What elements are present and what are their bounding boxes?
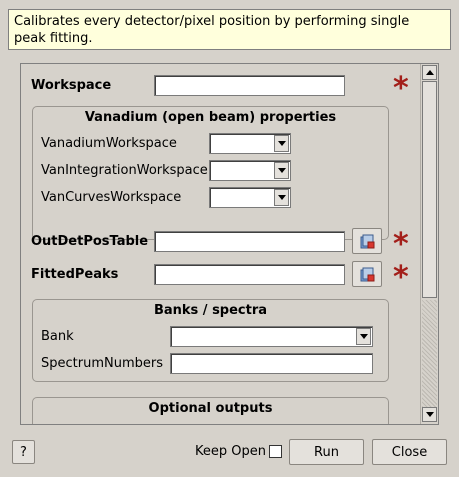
vanadium-group-title: Vanadium (open beam) properties bbox=[84, 110, 337, 125]
scrollbar-track[interactable] bbox=[422, 300, 437, 407]
fitted-peaks-input[interactable] bbox=[154, 264, 345, 285]
keep-open-label: Keep Open bbox=[195, 444, 266, 459]
fitted-peaks-browse-button[interactable] bbox=[352, 261, 382, 287]
close-button[interactable]: Close bbox=[372, 439, 447, 465]
workspace-mandatory-star-icon: * bbox=[393, 71, 409, 106]
bank-label: Bank bbox=[41, 329, 74, 344]
browse-file-icon bbox=[360, 267, 375, 282]
chevron-down-icon[interactable] bbox=[274, 162, 289, 179]
keep-open-checkbox[interactable] bbox=[269, 445, 282, 458]
vanadium-properties-group: Vanadium (open beam) properties Vanadium… bbox=[32, 106, 389, 240]
out-det-pos-table-label: OutDetPosTable bbox=[31, 234, 149, 249]
optional-outputs-group: Optional outputs bbox=[32, 397, 389, 424]
van-integration-workspace-combo[interactable] bbox=[209, 160, 291, 181]
fitted-peaks-mandatory-star-icon: * bbox=[393, 260, 409, 295]
van-curves-workspace-combo[interactable] bbox=[209, 187, 291, 208]
algorithm-description: Calibrates every detector/pixel position… bbox=[8, 9, 451, 50]
out-det-pos-table-input[interactable] bbox=[154, 231, 345, 252]
chevron-down-icon[interactable] bbox=[274, 189, 289, 206]
bank-combo[interactable] bbox=[170, 326, 373, 347]
vanadium-workspace-label: VanadiumWorkspace bbox=[41, 136, 177, 151]
workspace-label: Workspace bbox=[31, 78, 112, 93]
run-button[interactable]: Run bbox=[289, 439, 364, 465]
out-det-pos-table-mandatory-star-icon: * bbox=[393, 227, 409, 262]
chevron-down-icon[interactable] bbox=[422, 407, 437, 422]
van-curves-workspace-label: VanCurvesWorkspace bbox=[41, 190, 182, 205]
banks-group-title: Banks / spectra bbox=[153, 303, 268, 318]
out-det-pos-table-browse-button[interactable] bbox=[352, 228, 382, 254]
fitted-peaks-label: FittedPeaks bbox=[31, 267, 119, 282]
vanadium-workspace-combo[interactable] bbox=[209, 133, 291, 154]
chevron-down-icon[interactable] bbox=[356, 328, 371, 345]
chevron-up-icon[interactable] bbox=[422, 65, 437, 80]
vertical-scrollbar[interactable] bbox=[420, 64, 438, 424]
banks-spectra-group: Banks / spectra Bank SpectrumNumbers bbox=[32, 299, 389, 382]
spectrum-numbers-label: SpectrumNumbers bbox=[41, 356, 163, 371]
spectrum-numbers-input[interactable] bbox=[170, 353, 373, 374]
optional-outputs-group-title: Optional outputs bbox=[148, 401, 273, 416]
van-integration-workspace-label: VanIntegrationWorkspace bbox=[41, 163, 208, 178]
workspace-input[interactable] bbox=[154, 75, 345, 96]
help-button[interactable]: ? bbox=[12, 440, 35, 464]
properties-scroll-area: Workspace * Vanadium (open beam) propert… bbox=[20, 63, 439, 425]
scrollbar-thumb[interactable] bbox=[422, 81, 437, 298]
chevron-down-icon[interactable] bbox=[274, 135, 289, 152]
browse-file-icon bbox=[360, 234, 375, 249]
